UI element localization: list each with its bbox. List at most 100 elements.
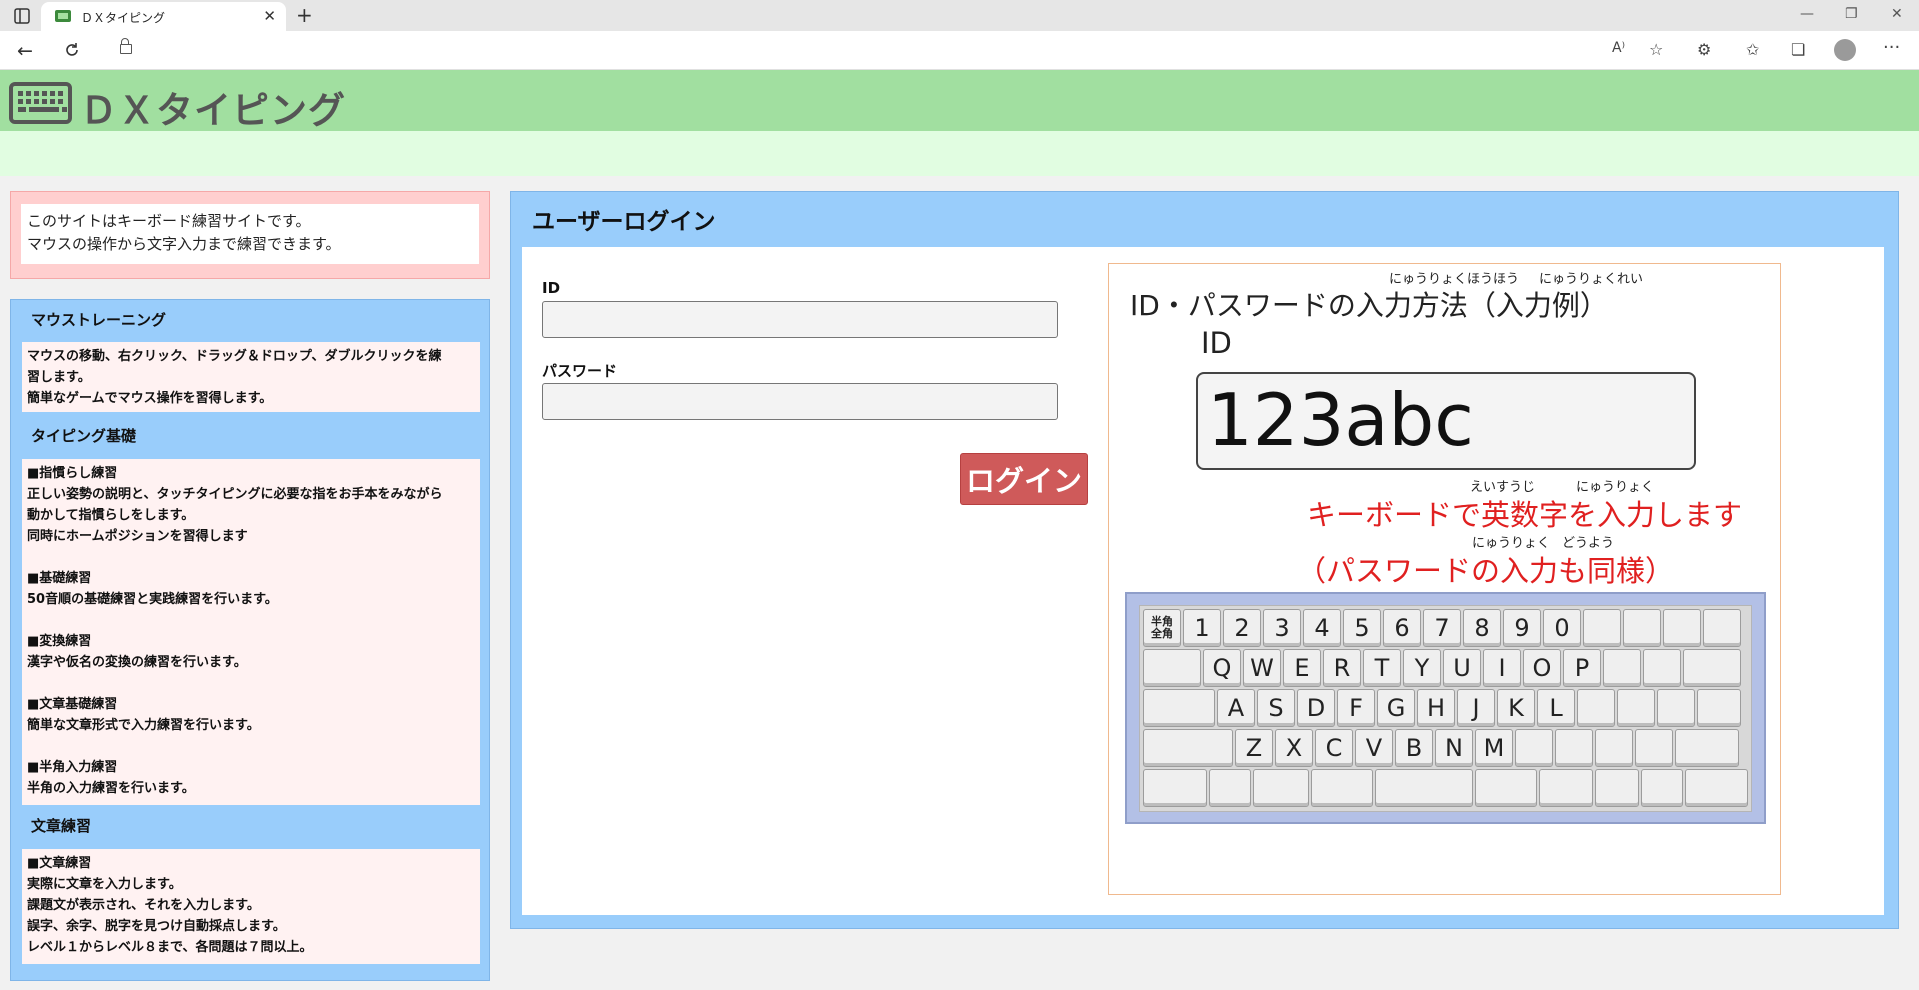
key-blank (1703, 609, 1741, 647)
refresh-icon[interactable] (63, 41, 81, 59)
fn-key (1209, 769, 1251, 807)
key-m: M (1475, 729, 1513, 767)
menu-card-typing[interactable]: ■指慣らし練習 正しい姿勢の説明と、タッチタイピングに必要な指をお手本をみながら… (22, 459, 480, 805)
sample-id-box: 123abc (1196, 372, 1696, 470)
site-title[interactable]: ＤＸタイピング (80, 80, 346, 134)
key-9: 9 (1503, 609, 1541, 647)
input-example-panel: にゅうりょくほうほう にゅうりょくれい ID・パスワードの入力方法（入力例） I… (1108, 263, 1781, 895)
key-blank (1643, 649, 1681, 687)
key-blank (1697, 689, 1741, 727)
profile-icon[interactable] (1834, 39, 1856, 61)
key-2: 2 (1223, 609, 1261, 647)
menu-heading-mouse[interactable]: マウストレーニング (31, 309, 166, 330)
password-label: パスワード (542, 362, 618, 380)
key-blank (1657, 689, 1695, 727)
menu-line: 簡単なゲームでマウス操作を習得します。 (27, 391, 273, 406)
id-label: ID (542, 279, 561, 297)
menu-line: 習します。 (27, 370, 91, 385)
read-aloud-icon[interactable]: A⁾ (1612, 40, 1625, 56)
key-u: U (1443, 649, 1481, 687)
browser-toolbar: ← A⁾ ☆ ⚙ ✩ ❏ ··· (0, 31, 1919, 70)
key-a: A (1217, 689, 1255, 727)
henkan-key (1475, 769, 1537, 807)
intro-text: このサイトはキーボード練習サイトです。 マウスの操作から文字入力まで練習できます… (21, 204, 479, 264)
menu-line (27, 673, 475, 694)
menu-line (27, 547, 475, 568)
window-close-icon[interactable]: ✕ (1891, 6, 1903, 22)
menu-line: 半角の入力練習を行います。 (27, 781, 195, 796)
menu-line: ■変換練習 (27, 634, 92, 649)
menu-line (27, 736, 475, 757)
menu-line: 実際に文章を入力します。 (27, 877, 182, 892)
menu-line: ■文章練習 (27, 856, 92, 871)
menu-line: ■基礎練習 (27, 571, 92, 586)
menu-line: ■半角入力練習 (27, 760, 118, 775)
key-blank (1515, 729, 1553, 767)
login-panel: ユーザーログイン ID パスワード ログイン にゅうりょくほうほう にゅうりょく… (510, 191, 1899, 929)
key-t: T (1363, 649, 1401, 687)
minimize-icon[interactable]: — (1800, 6, 1814, 22)
restore-icon[interactable]: ❐ (1845, 6, 1858, 22)
example-title: ID・パスワードの入力方法（入力例） (1130, 289, 1608, 322)
menu-card-sentence[interactable]: ■文章練習 実際に文章を入力します。 課題文が表示され、それを入力します。 誤字… (22, 849, 480, 964)
collections-icon[interactable]: ❏ (1791, 40, 1805, 59)
menu-line: マウスの移動、右クリック、ドラッグ＆ドロップ、ダブルクリックを練 (27, 349, 442, 364)
key-blank (1577, 689, 1615, 727)
menu-line: ■文章基礎練習 (27, 697, 118, 712)
key-blank (1603, 649, 1641, 687)
site-header: ＤＸタイピング (0, 70, 1919, 134)
hankaku-key: 半角 全角 (1143, 609, 1181, 647)
menu-line (27, 610, 475, 631)
login-form: ID パスワード ログイン にゅうりょくほうほう にゅうりょくれい ID・パスワ… (522, 247, 1884, 915)
menu-line: 正しい姿勢の説明と、タッチタイピングに必要な指をお手本をみながら (27, 487, 443, 502)
keyboard-logo-icon (9, 82, 72, 124)
key-h: H (1417, 689, 1455, 727)
id-input[interactable] (542, 301, 1058, 338)
keyboard-row-4: Z X C V B N M (1143, 729, 1739, 767)
sidebar-icon[interactable] (12, 6, 32, 26)
key-blank (1595, 729, 1633, 767)
key-v: V (1355, 729, 1393, 767)
favorites-icon[interactable]: ✩ (1746, 40, 1759, 59)
more-icon[interactable]: ··· (1883, 37, 1900, 58)
menu-heading-sentence[interactable]: 文章練習 (31, 815, 91, 836)
intro-line: マウスの操作から文字入力まで練習できます。 (27, 235, 341, 253)
add-favorite-icon[interactable]: ☆ (1649, 40, 1663, 59)
training-menu: マウストレーニング マウスの移動、右クリック、ドラッグ＆ドロップ、ダブルクリック… (10, 299, 490, 981)
browser-tab[interactable]: ＤＸタイピング ✕ (41, 2, 286, 31)
password-input[interactable] (542, 383, 1058, 420)
login-title: ユーザーログイン (532, 209, 716, 235)
lock-icon[interactable] (120, 38, 132, 55)
back-icon[interactable]: ← (17, 40, 33, 62)
tab-key (1143, 649, 1201, 687)
menu-heading-typing[interactable]: タイピング基礎 (31, 425, 136, 446)
login-button[interactable]: ログイン (960, 453, 1088, 505)
key-label: 全角 (1151, 627, 1173, 640)
keyboard-row-3: A S D F G H J K L (1143, 689, 1741, 727)
new-tab-button[interactable]: + (296, 3, 313, 27)
key-blank (1663, 609, 1701, 647)
keyboard-row-5 (1143, 769, 1748, 807)
ctrl-key (1143, 769, 1207, 807)
sample-id-value: 123abc (1207, 378, 1474, 462)
address-input[interactable] (100, 36, 1650, 65)
ctrl-right-key (1685, 769, 1748, 807)
keyboard-body: 半角 全角 1 2 3 4 5 6 7 8 9 0 Q W E R T Y U … (1139, 605, 1752, 812)
keyboard-illustration: 半角 全角 1 2 3 4 5 6 7 8 9 0 Q W E R T Y U … (1125, 592, 1766, 824)
extensions-icon[interactable]: ⚙ (1697, 40, 1711, 59)
menu-line: レベル１からレベル８まで、各問題は７問以上。 (27, 940, 313, 955)
shift-left-key (1143, 729, 1233, 767)
key-4: 4 (1303, 609, 1341, 647)
caps-key (1143, 689, 1215, 727)
menu-line: ■指慣らし練習 (27, 466, 118, 481)
tab-close-icon[interactable]: ✕ (263, 7, 276, 25)
key-o: O (1523, 649, 1561, 687)
key-8: 8 (1463, 609, 1501, 647)
menu-card-mouse[interactable]: マウスの移動、右クリック、ドラッグ＆ドロップ、ダブルクリックを練 習します。 簡… (22, 342, 480, 412)
key-blank (1583, 609, 1621, 647)
menu-line: 簡単な文章形式で入力練習を行います。 (27, 718, 260, 733)
key-blank (1617, 689, 1655, 727)
key-r: R (1323, 649, 1361, 687)
browser-tab-bar: ＤＸタイピング ✕ + — ❐ ✕ (0, 0, 1919, 31)
site-favicon-icon (55, 10, 71, 22)
